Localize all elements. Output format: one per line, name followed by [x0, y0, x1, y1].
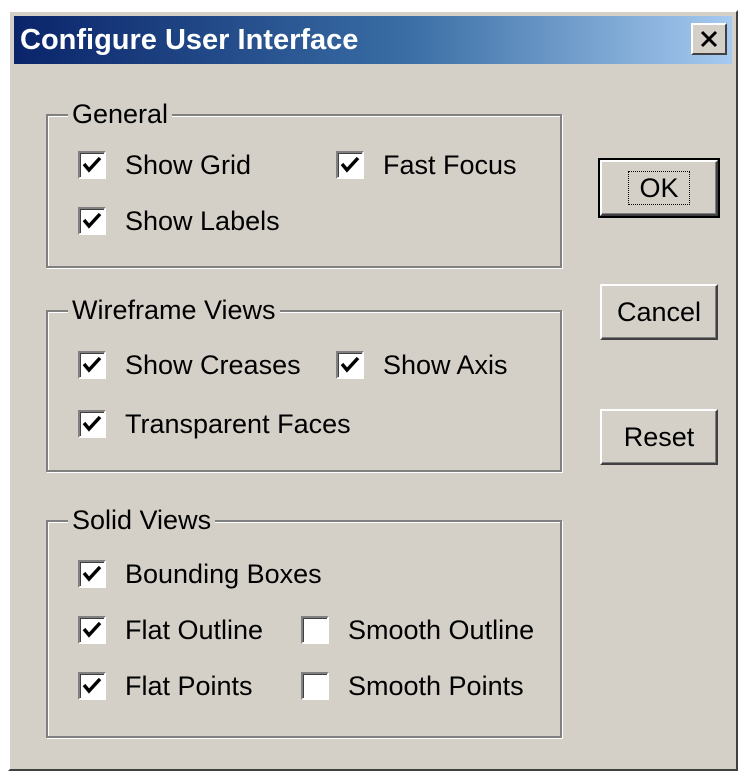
- checkbox-box[interactable]: [336, 151, 364, 179]
- flat-points-label: Flat Points: [125, 671, 253, 701]
- checkbox-box[interactable]: [78, 672, 106, 700]
- smooth-outline-label: Smooth Outline: [348, 615, 535, 645]
- show-labels-checkbox[interactable]: Show Labels: [78, 205, 280, 237]
- solid-views-group-label: Solid Views: [68, 504, 216, 536]
- reset-button[interactable]: Reset: [600, 409, 718, 465]
- checkmark-icon: [82, 356, 102, 373]
- flat-points-checkbox[interactable]: Flat Points: [78, 670, 253, 702]
- show-labels-label: Show Labels: [125, 206, 280, 236]
- reset-button-label: Reset: [623, 421, 695, 452]
- general-group: General Show Grid Fast Focus Show Labels: [46, 98, 562, 268]
- transparent-faces-label: Transparent Faces: [125, 409, 351, 439]
- show-grid-label: Show Grid: [125, 150, 252, 180]
- close-icon: [699, 30, 719, 48]
- ok-button-label: OK: [628, 171, 690, 205]
- checkmark-icon: [340, 356, 360, 373]
- checkmark-icon: [82, 565, 102, 582]
- show-axis-checkbox[interactable]: Show Axis: [336, 349, 508, 381]
- flat-outline-label: Flat Outline: [125, 615, 264, 645]
- checkmark-icon: [82, 415, 102, 432]
- solid-views-group: Solid Views Bounding Boxes Flat Outline …: [46, 504, 562, 738]
- transparent-faces-checkbox[interactable]: Transparent Faces: [78, 408, 351, 440]
- smooth-points-label: Smooth Points: [348, 671, 524, 701]
- smooth-outline-checkbox[interactable]: Smooth Outline: [301, 614, 534, 646]
- flat-outline-checkbox[interactable]: Flat Outline: [78, 614, 263, 646]
- wireframe-views-group-label: Wireframe Views: [68, 294, 280, 326]
- show-creases-label: Show Creases: [125, 350, 301, 380]
- window-title: Configure User Interface: [20, 24, 359, 56]
- checkmark-icon: [82, 156, 102, 173]
- show-axis-label: Show Axis: [383, 350, 508, 380]
- cancel-button[interactable]: Cancel: [600, 284, 718, 340]
- smooth-points-checkbox[interactable]: Smooth Points: [301, 670, 524, 702]
- cancel-button-label: Cancel: [616, 296, 702, 327]
- ok-button[interactable]: OK: [598, 158, 720, 218]
- wireframe-views-group: Wireframe Views Show Creases Show Axis T…: [46, 294, 562, 472]
- checkbox-box[interactable]: [301, 616, 329, 644]
- fast-focus-checkbox[interactable]: Fast Focus: [336, 149, 517, 181]
- checkbox-box[interactable]: [301, 672, 329, 700]
- checkmark-icon: [340, 156, 360, 173]
- checkmark-icon: [82, 212, 102, 229]
- checkbox-box[interactable]: [336, 351, 364, 379]
- checkmark-icon: [82, 677, 102, 694]
- checkbox-box[interactable]: [78, 560, 106, 588]
- checkbox-box[interactable]: [78, 351, 106, 379]
- show-creases-checkbox[interactable]: Show Creases: [78, 349, 301, 381]
- close-button[interactable]: [691, 23, 727, 55]
- general-group-label: General: [68, 98, 173, 130]
- bounding-boxes-label: Bounding Boxes: [125, 559, 322, 589]
- checkbox-box[interactable]: [78, 616, 106, 644]
- checkmark-icon: [82, 621, 102, 638]
- checkbox-box[interactable]: [78, 410, 106, 438]
- bounding-boxes-checkbox[interactable]: Bounding Boxes: [78, 558, 322, 590]
- title-bar[interactable]: Configure User Interface: [14, 16, 732, 64]
- configure-ui-dialog: Configure User Interface General Show Gr…: [8, 10, 738, 771]
- show-grid-checkbox[interactable]: Show Grid: [78, 149, 251, 181]
- fast-focus-label: Fast Focus: [383, 150, 517, 180]
- checkbox-box[interactable]: [78, 151, 106, 179]
- checkbox-box[interactable]: [78, 207, 106, 235]
